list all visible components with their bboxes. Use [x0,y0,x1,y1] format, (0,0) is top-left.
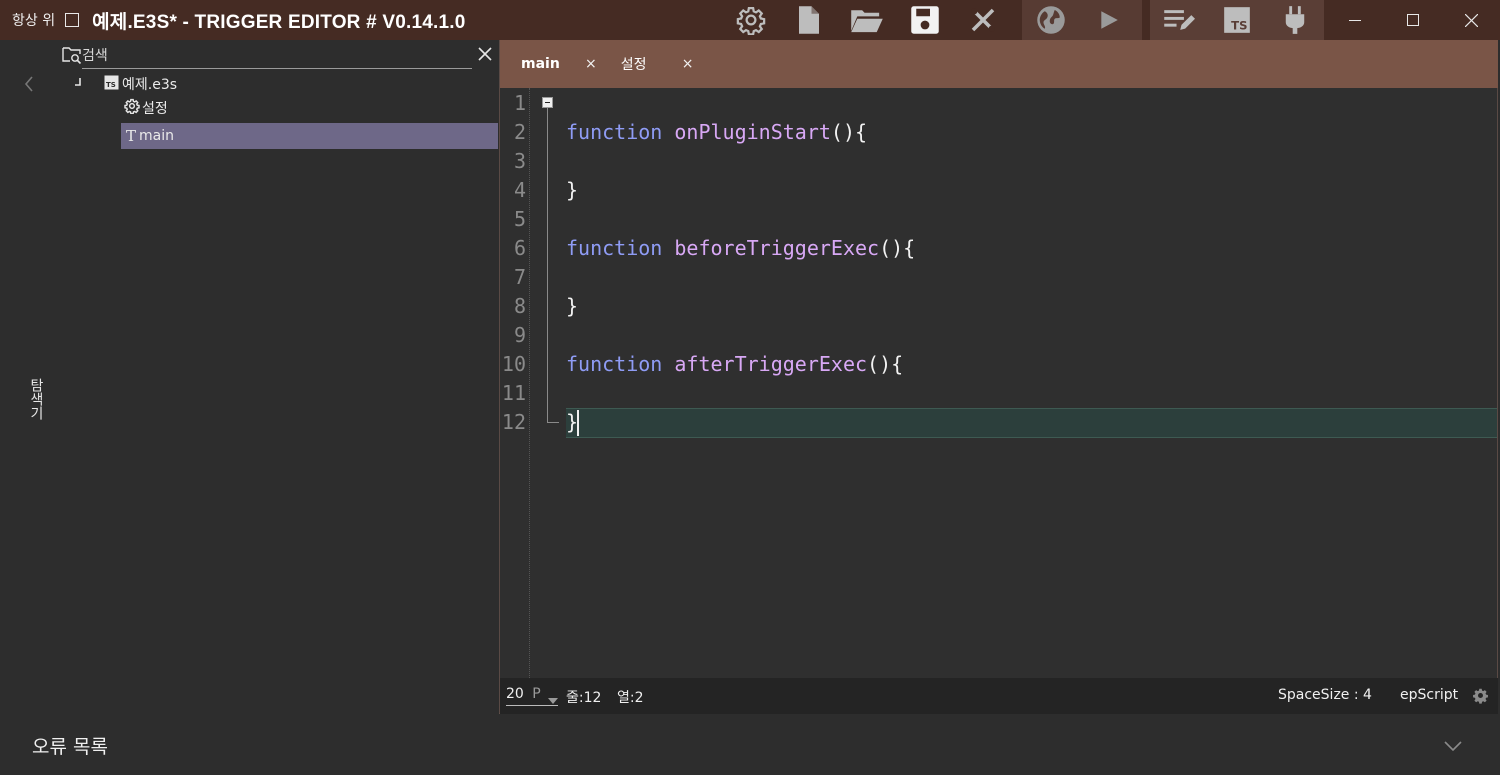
toolbar-run-group [1022,0,1142,40]
chevron-left-icon[interactable] [24,76,34,96]
line-number: 2 [513,120,526,144]
line-number: 12 [501,410,526,434]
code-line[interactable]: } [566,292,578,321]
code-line[interactable]: function afterTriggerExec(){ [566,350,903,379]
current-line-highlight [566,408,1497,438]
language-mode[interactable]: epScript [1400,687,1458,703]
tree-connector-icon [74,76,104,92]
tab-settings[interactable]: 설정 × [621,40,694,88]
font-size-value: 20 [506,686,524,702]
error-list-panel: 오류 목록 [0,714,1500,775]
open-folder-icon[interactable] [838,0,896,40]
status-settings-icon[interactable] [1472,687,1489,708]
status-bar: 20 P 줄:12 열:2 SpaceSize : 4 epScript [500,678,1498,714]
plugin-icon[interactable] [1266,0,1324,40]
line-number: 1 [513,91,526,115]
new-file-icon[interactable] [780,0,838,40]
svg-text:TS: TS [1231,18,1247,32]
folder-search-icon [62,46,82,68]
edit-list-icon[interactable] [1150,0,1208,40]
toolbar [722,0,1012,40]
fold-guide-end [547,422,559,423]
space-size[interactable]: SpaceSize : 4 [1278,687,1372,703]
code-editor: main × 설정 × 1 2 3 4 5 6 7 8 9 10 11 12 f… [499,40,1498,714]
font-size-unit: P [532,686,541,702]
globe-icon[interactable] [1022,0,1080,40]
code-line[interactable]: } [566,176,578,205]
tree-item-main[interactable]: T main [121,123,498,149]
tab-main[interactable]: main × [521,40,597,88]
cursor-column: 열:2 [617,690,644,706]
chevron-down-icon[interactable] [1444,736,1462,755]
fold-toggle-icon[interactable] [542,97,553,108]
toolbar-extra-group: TS [1150,0,1324,40]
search-clear-icon[interactable] [478,46,492,65]
tree-item-label: 설정 [142,101,168,117]
line-number: 6 [513,236,526,260]
fold-guide [547,108,548,422]
maximize-icon[interactable] [1384,0,1442,40]
search-input[interactable] [82,44,472,69]
save-icon[interactable] [896,0,954,40]
line-number: 3 [513,149,526,173]
line-number: 5 [513,207,526,231]
svg-text:TS: TS [106,81,116,89]
always-on-top-toggle[interactable]: 항상 위 [12,10,80,30]
code-line[interactable]: function onPluginStart(){ [566,118,867,147]
window-controls [1326,0,1500,40]
typescript-icon[interactable]: TS [1208,0,1266,40]
code-line[interactable]: function beforeTriggerExec(){ [566,234,915,263]
line-number: 7 [513,265,526,289]
line-number: 9 [513,323,526,347]
ts-file-icon: TS [104,75,119,94]
play-icon[interactable] [1080,0,1138,40]
line-number: 8 [513,294,526,318]
tab-label: main [521,56,560,72]
explorer-sidebar-strip: 탐색기 [0,40,58,714]
font-size-select[interactable]: 20 P [506,686,558,706]
line-number: 4 [513,178,526,202]
cursor-line: 줄:12 [566,690,602,706]
error-list-title[interactable]: 오류 목록 [32,732,108,759]
close-icon[interactable] [1442,0,1500,40]
gear-icon [124,98,140,118]
always-on-top-label: 항상 위 [12,13,56,29]
settings-gear-icon[interactable] [722,0,780,40]
tab-close-icon[interactable]: × [682,56,694,72]
line-number-gutter: 1 2 3 4 5 6 7 8 9 10 11 12 [500,88,530,678]
tree-item-project[interactable]: TS 예제.e3s [74,72,177,96]
text-caret [577,410,579,436]
window-title: 예제.E3S* - TRIGGER EDITOR # V0.14.1.0 [92,11,466,33]
tab-close-icon[interactable]: × [585,56,597,72]
tree-item-label: main [139,128,174,144]
line-number: 10 [501,352,526,376]
explorer-tab-label[interactable]: 탐색기 [26,378,46,420]
editor-tabs: main × 설정 × [500,40,1498,88]
tools-icon[interactable] [954,0,1012,40]
tree-item-settings[interactable]: 설정 [124,96,168,120]
tab-label: 설정 [620,57,647,73]
explorer-search [58,42,498,72]
text-icon: T [126,127,137,145]
tree-item-label: 예제.e3s [122,77,178,93]
chevron-down-icon [548,692,558,708]
line-number: 11 [501,381,526,405]
minimize-icon[interactable] [1326,0,1384,40]
always-on-top-checkbox[interactable] [65,13,80,27]
